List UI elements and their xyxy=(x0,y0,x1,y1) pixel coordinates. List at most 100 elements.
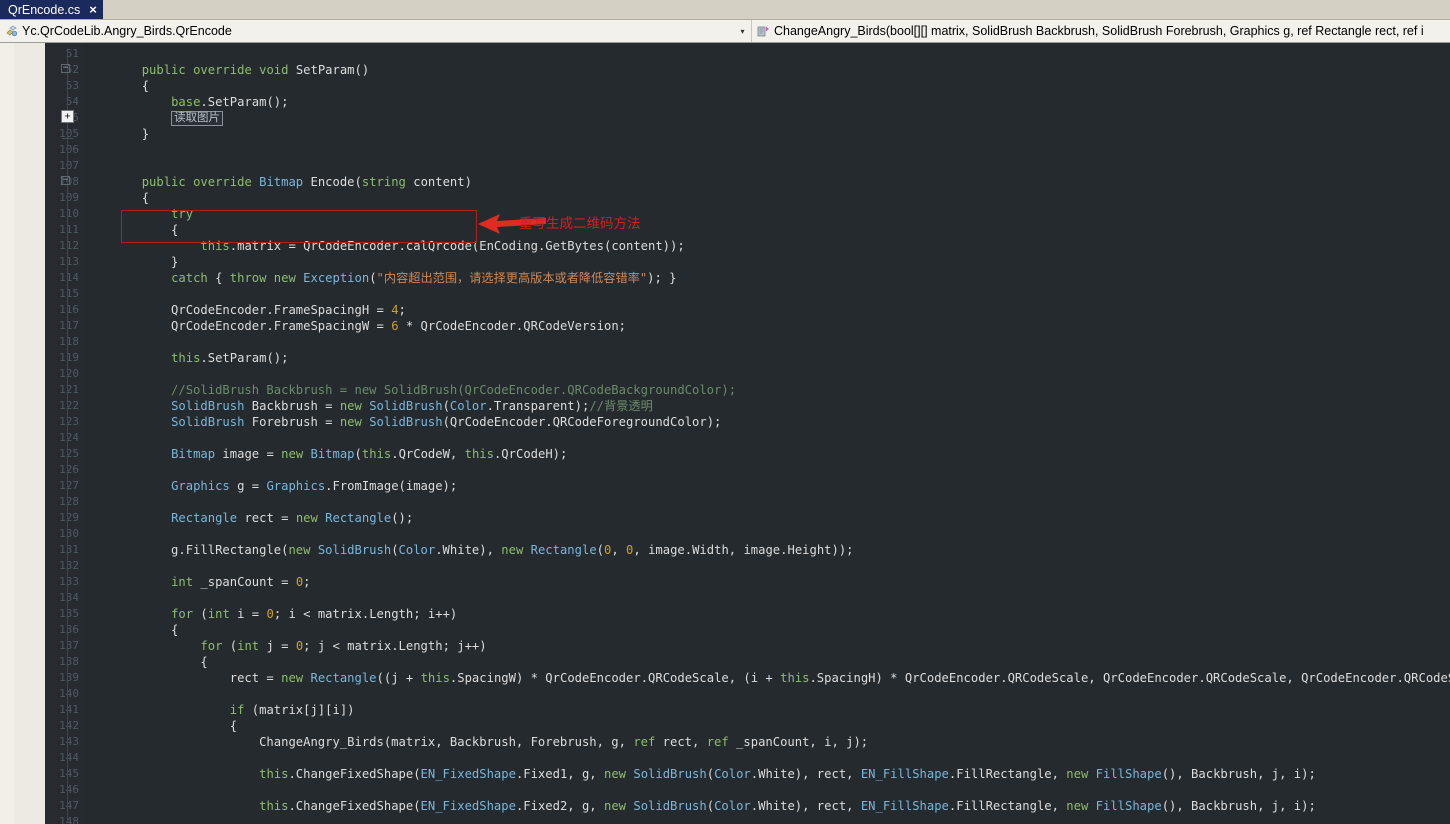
code-token: Bitmap xyxy=(259,175,304,189)
code-line[interactable]: Bitmap image = new Bitmap(this.QrCodeW, … xyxy=(83,446,567,462)
code-line[interactable]: 读取图片 xyxy=(83,110,224,126)
code-line[interactable]: { xyxy=(83,654,207,670)
code-token: ref xyxy=(633,735,656,749)
code-token: new xyxy=(281,447,304,461)
code-line[interactable]: if (matrix[j][i]) xyxy=(83,702,355,718)
code-token: SolidBrush xyxy=(171,399,245,413)
code-line[interactable]: SolidBrush Backbrush = new SolidBrush(Co… xyxy=(83,398,653,414)
code-line[interactable]: ChangeAngry_Birds(matrix, Backbrush, For… xyxy=(83,734,868,750)
code-line[interactable]: QrCodeEncoder.FrameSpacingW = 6 * QrCode… xyxy=(83,318,626,334)
code-token: i = xyxy=(229,607,267,621)
code-token: Graphics xyxy=(266,479,326,493)
code-line[interactable]: { xyxy=(83,78,149,94)
code-token: .matrix = QrCodeEncoder.calQrcode(EnCodi… xyxy=(229,239,685,253)
code-token: //SolidBrush Backbrush = new SolidBrush(… xyxy=(83,383,737,397)
member-dropdown[interactable]: ChangeAngry_Birds(bool[][] matrix, Solid… xyxy=(752,20,1450,42)
code-line[interactable]: Graphics g = Graphics.FromImage(image); xyxy=(83,478,457,494)
code-token: for xyxy=(171,607,194,621)
code-token: base xyxy=(171,95,201,109)
tab-qrencode-cs[interactable]: QrEncode.cs × xyxy=(0,0,103,19)
code-token: Color xyxy=(714,767,751,781)
code-token: this xyxy=(420,671,450,685)
expand-region-icon[interactable]: + xyxy=(61,110,74,123)
code-token: new xyxy=(604,799,627,813)
code-token: ( xyxy=(596,543,605,557)
method-icon xyxy=(756,24,771,39)
code-line[interactable]: try xyxy=(83,206,193,222)
code-line[interactable]: this.matrix = QrCodeEncoder.calQrcode(En… xyxy=(83,238,685,254)
code-token: , xyxy=(611,543,627,557)
code-line[interactable]: int _spanCount = 0; xyxy=(83,574,310,590)
code-token: .FromImage(image); xyxy=(325,479,458,493)
code-token: this xyxy=(259,799,289,813)
code-line[interactable]: Rectangle rect = new Rectangle(); xyxy=(83,510,413,526)
code-line[interactable]: catch { throw new Exception("内容超出范围，请选择更… xyxy=(83,270,676,286)
code-editor[interactable]: 5152535455105106107108109110111112113114… xyxy=(0,43,1450,824)
code-token: } xyxy=(83,255,179,269)
code-token: .Fixed2, g, xyxy=(515,799,604,813)
code-token: content) xyxy=(405,175,472,189)
code-line[interactable]: SolidBrush Forebrush = new SolidBrush(Qr… xyxy=(83,414,721,430)
code-token: ( xyxy=(354,447,362,461)
code-token: new xyxy=(288,543,311,557)
collapse-region-icon[interactable]: − xyxy=(61,176,70,185)
code-token: ChangeAngry_Birds(matrix, Backbrush, For… xyxy=(83,735,634,749)
code-token: new xyxy=(604,767,627,781)
close-icon[interactable]: × xyxy=(89,3,97,16)
code-line[interactable]: { xyxy=(83,190,149,206)
code-token: _spanCount = xyxy=(193,575,296,589)
code-token: .White), rect, xyxy=(750,799,861,813)
code-line[interactable]: { xyxy=(83,222,178,238)
code-token: ref xyxy=(706,735,729,749)
code-line[interactable]: public override void SetParam() xyxy=(83,62,370,78)
code-token: .FillRectangle, xyxy=(948,799,1067,813)
code-line[interactable]: { xyxy=(83,622,178,638)
class-icon xyxy=(4,24,19,39)
code-token: EN_FillShape xyxy=(860,767,949,781)
code-token: (matrix[j][i]) xyxy=(244,703,355,717)
code-line[interactable]: //SolidBrush Backbrush = new SolidBrush(… xyxy=(83,382,736,398)
code-line[interactable]: g.FillRectangle(new SolidBrush(Color.Whi… xyxy=(83,542,854,558)
code-token: .Fixed1, g, xyxy=(515,767,604,781)
code-token: { xyxy=(83,79,150,93)
code-token: new xyxy=(501,543,524,557)
code-token: new xyxy=(295,511,318,525)
code-text-area[interactable]: public override void SetParam() { base.S… xyxy=(83,43,1450,824)
code-line[interactable]: rect = new Rectangle((j + this.SpacingW)… xyxy=(83,670,1450,686)
annotation-text: 重写生成二维码方法 xyxy=(519,216,641,231)
code-line[interactable]: public override Bitmap Encode(string con… xyxy=(83,174,472,190)
chevron-down-icon[interactable]: ▾ xyxy=(736,28,749,36)
code-line[interactable]: this.SetParam(); xyxy=(83,350,288,366)
code-line[interactable]: { xyxy=(83,718,237,734)
code-token: Forebrush = xyxy=(244,415,340,429)
collapsed-region-box[interactable]: 读取图片 xyxy=(171,111,224,126)
code-line[interactable]: this.ChangeFixedShape(EN_FixedShape.Fixe… xyxy=(83,766,1316,782)
code-token: , image.Width, image.Height)); xyxy=(633,543,854,557)
code-token: ( xyxy=(369,271,377,285)
code-token: (QrCodeEncoder.QRCodeForegroundColor); xyxy=(442,415,722,429)
code-line[interactable]: } xyxy=(83,254,178,270)
code-token: .ChangeFixedShape( xyxy=(288,799,421,813)
code-token: .White), rect, xyxy=(750,767,861,781)
member-dropdown-text: ChangeAngry_Birds(bool[][] matrix, Solid… xyxy=(774,24,1424,38)
collapse-region-icon[interactable]: − xyxy=(61,64,70,73)
class-dropdown[interactable]: Yc.QrCodeLib.Angry_Birds.QrEncode ▾ xyxy=(0,20,752,42)
code-line[interactable]: base.SetParam(); xyxy=(83,94,288,110)
class-dropdown-text: Yc.QrCodeLib.Angry_Birds.QrEncode xyxy=(22,24,232,38)
code-line[interactable]: QrCodeEncoder.FrameSpacingH = 4; xyxy=(83,302,406,318)
code-folding-gutter[interactable]: − + − xyxy=(55,43,83,824)
code-token: Bitmap xyxy=(171,447,216,461)
code-token: ( xyxy=(391,543,399,557)
code-line[interactable]: } xyxy=(83,126,149,142)
code-line[interactable]: this.ChangeFixedShape(EN_FixedShape.Fixe… xyxy=(83,798,1316,814)
code-line[interactable]: for (int i = 0; i < matrix.Length; i++) xyxy=(83,606,457,622)
code-token: _spanCount, i, j); xyxy=(728,735,869,749)
code-line[interactable]: for (int j = 0; j < matrix.Length; j++) xyxy=(83,638,486,654)
